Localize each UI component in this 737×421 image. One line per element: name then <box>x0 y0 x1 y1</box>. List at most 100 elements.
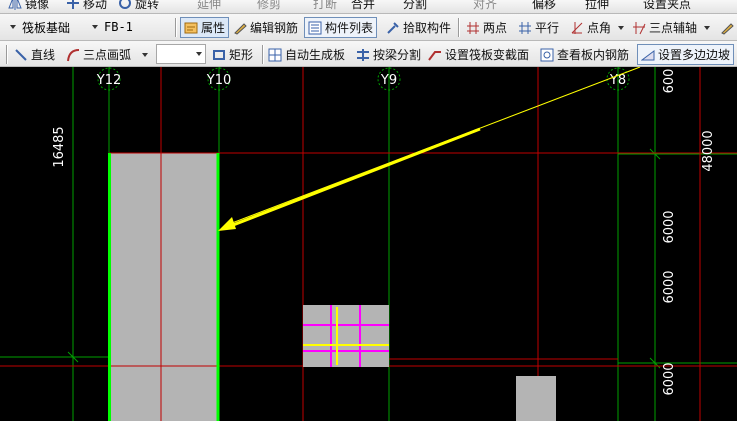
toolbar-separator <box>458 18 460 37</box>
stretch-icon <box>568 0 582 10</box>
component-select-value: FB-1 <box>104 20 133 34</box>
chevron-down-icon <box>92 25 98 29</box>
dim-left: 16485 <box>52 126 67 167</box>
line-button[interactable]: 直线 <box>14 44 55 65</box>
merge-label: 合并 <box>351 0 376 11</box>
split-label: 分割 <box>403 0 428 11</box>
layer-select-value: 筏板基础 <box>22 20 71 35</box>
auto-generate-label: 自动生成板 <box>285 48 346 62</box>
dim-right-top: 48000 <box>701 130 716 171</box>
pick-component-button[interactable]: 拾取构件 <box>386 17 451 38</box>
dim-right-top-small: 600 <box>662 69 677 94</box>
edit-pen-button[interactable] <box>720 17 734 38</box>
component-list-button[interactable]: 构件列表 <box>304 17 378 38</box>
move-label: 移动 <box>83 0 108 11</box>
set-raft-section-button[interactable]: 设置筏板变截面 <box>428 44 529 65</box>
three-point-arc-button[interactable]: 三点画弧 <box>66 44 149 65</box>
chevron-down-icon <box>10 25 16 29</box>
toolbar-separator <box>6 45 8 64</box>
drawing-canvas[interactable]: Y12 Y10 Y9 Y8 16485 48000 600 6000 6000 … <box>0 67 737 421</box>
rectangle-button[interactable]: 矩形 <box>212 44 253 65</box>
raft-slab-partial[interactable] <box>516 376 556 421</box>
mirror-button[interactable]: 镜像 <box>8 0 49 13</box>
pencil-icon <box>233 21 247 35</box>
parallel-axis-icon <box>518 21 532 35</box>
move-button[interactable]: 移动 <box>66 0 107 13</box>
chevron-down-icon[interactable] <box>618 25 625 30</box>
set-grip-button[interactable]: 设置夹点 <box>626 0 691 13</box>
break-button[interactable]: 打断 <box>296 0 337 13</box>
layer-select[interactable]: 筏板基础 <box>6 17 82 37</box>
set-section-label: 设置筏板变截面 <box>445 48 530 62</box>
edit-rebar-button[interactable]: 编辑钢筋 <box>233 17 298 38</box>
auto-generate-slab-button[interactable]: 自动生成板 <box>268 44 345 65</box>
extend-icon <box>180 0 194 10</box>
parallel-label: 平行 <box>535 21 560 35</box>
point-angle-icon <box>570 21 584 35</box>
extend-button[interactable]: 延伸 <box>180 0 221 13</box>
split-by-beam-icon <box>356 48 370 62</box>
split-icon <box>386 0 400 10</box>
split-button[interactable]: 分割 <box>386 0 427 13</box>
chevron-down-icon[interactable] <box>704 25 711 30</box>
top-toolbar-partial: 镜像 移动 旋转 延伸 修剪 打断 合并 分割 对齐 偏移 拉伸 设置夹点 <box>0 0 737 14</box>
axis-label-y12: Y12 <box>96 73 121 88</box>
offset-button[interactable]: 偏移 <box>515 0 556 13</box>
mirror-label: 镜像 <box>25 0 50 11</box>
trim-label: 修剪 <box>257 0 282 11</box>
properties-button[interactable]: 属性 <box>180 17 230 38</box>
break-icon <box>296 0 310 10</box>
arc-icon <box>66 48 80 62</box>
point-angle-label: 点角 <box>587 21 612 35</box>
three-point-aux-axis-button[interactable]: 三点辅轴 <box>632 17 711 38</box>
three-point-aux-label: 三点辅轴 <box>649 21 698 35</box>
pick-component-label: 拾取构件 <box>403 21 452 35</box>
component-list-label: 构件列表 <box>325 21 374 35</box>
rotate-label: 旋转 <box>135 0 160 11</box>
view-slab-rebar-button[interactable]: 查看板内钢筋 <box>540 44 629 65</box>
two-point-axis-icon <box>466 21 480 35</box>
properties-icon <box>184 21 198 35</box>
split-by-beam-label: 按梁分割 <box>373 48 422 62</box>
axis-label-y9: Y9 <box>380 73 397 88</box>
align-icon <box>456 0 470 10</box>
set-grip-label: 设置夹点 <box>643 0 692 11</box>
dim-right-bottom: 6000 <box>662 362 677 395</box>
line-icon <box>14 48 28 62</box>
merge-button[interactable]: 合并 <box>334 0 375 13</box>
axis-label-y10: Y10 <box>206 73 231 88</box>
chevron-down-icon[interactable] <box>196 52 202 56</box>
align-label: 对齐 <box>473 0 498 11</box>
edit-rebar-label: 编辑钢筋 <box>250 21 299 35</box>
line-label: 直线 <box>31 48 56 62</box>
point-angle-axis-button[interactable]: 点角 <box>570 17 625 38</box>
merge-icon <box>334 0 348 10</box>
toolbar-separator <box>175 18 177 37</box>
stretch-button[interactable]: 拉伸 <box>568 0 609 13</box>
trim-button[interactable]: 修剪 <box>240 0 281 13</box>
two-point-label: 两点 <box>483 21 508 35</box>
mirror-icon <box>8 0 22 10</box>
chevron-down-icon[interactable] <box>142 52 149 57</box>
arc-param-input[interactable] <box>156 44 206 64</box>
offset-icon <box>515 0 529 10</box>
stretch-label: 拉伸 <box>585 0 610 11</box>
eyedropper-icon <box>386 21 400 35</box>
raft-slab-selected[interactable] <box>109 153 218 421</box>
parallel-axis-button[interactable]: 平行 <box>518 17 559 38</box>
component-select[interactable]: FB-1 <box>88 17 172 37</box>
set-polygon-slope-button[interactable]: 设置多边边坡 <box>637 44 735 65</box>
section-icon <box>428 48 442 62</box>
rectangle-label: 矩形 <box>229 48 254 62</box>
two-point-axis-button[interactable]: 两点 <box>466 17 507 38</box>
extend-label: 延伸 <box>197 0 222 11</box>
draw-toolbar: 直线 三点画弧 矩形 自动生成板 按梁分割 设置筏板变截面 查看板内钢筋 设置多… <box>0 41 737 67</box>
view-rebar-label: 查看板内钢筋 <box>557 48 630 62</box>
component-toolbar: 筏板基础 FB-1 属性 编辑钢筋 构件列表 拾取构件 两点 平行 点角 三点辅… <box>0 14 737 41</box>
split-by-beam-button[interactable]: 按梁分割 <box>356 44 421 65</box>
raft-slab-small[interactable] <box>303 305 389 367</box>
toolbar-separator <box>262 45 264 64</box>
rotate-button[interactable]: 旋转 <box>118 0 159 13</box>
trim-icon <box>240 0 254 10</box>
align-button[interactable]: 对齐 <box>456 0 497 13</box>
